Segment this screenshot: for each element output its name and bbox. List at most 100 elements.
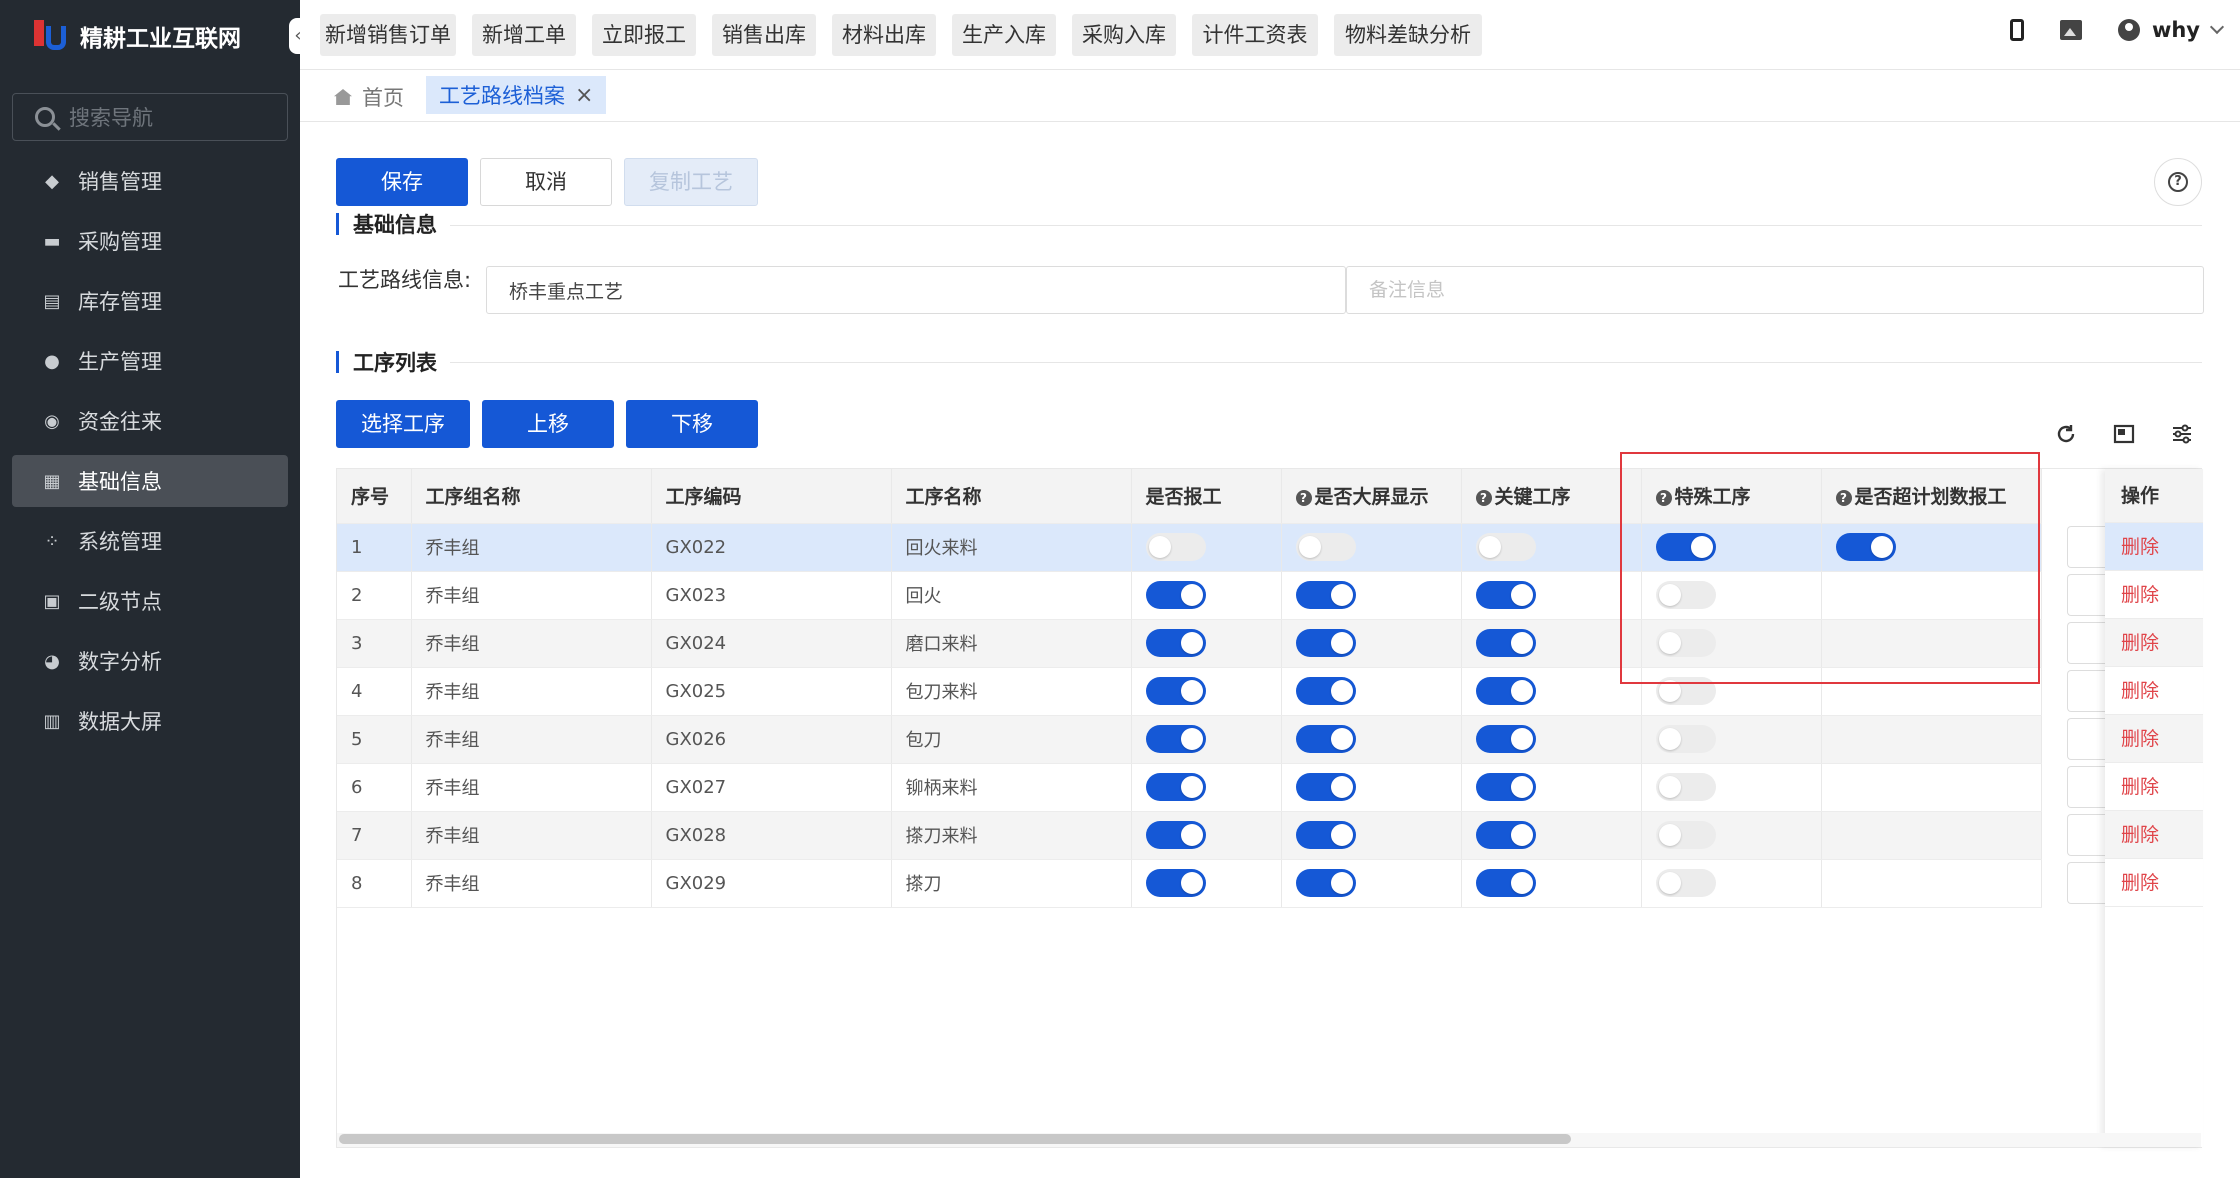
row-handle[interactable] (2067, 574, 2105, 616)
key-process-switch[interactable] (1475, 581, 1536, 609)
screen-display-switch[interactable] (1295, 869, 1356, 897)
key-process-switch[interactable] (1475, 821, 1536, 849)
quick-link-sales-outbound[interactable]: 销售出库 (712, 14, 816, 56)
delete-row-button[interactable]: 删除 (2105, 859, 2203, 907)
delete-row-button[interactable]: 删除 (2105, 715, 2203, 763)
key-process-switch[interactable] (1475, 533, 1536, 561)
table-row[interactable]: 6 乔丰组 GX027 铆柄来料 (337, 763, 2042, 812)
report-switch[interactable] (1145, 869, 1206, 897)
report-switch[interactable] (1145, 533, 1206, 561)
report-switch[interactable] (1145, 581, 1206, 609)
row-handle[interactable] (2067, 766, 2105, 808)
quick-link-material-outbound[interactable]: 材料出库 (832, 14, 936, 56)
help-icon[interactable]: ? (1295, 489, 1312, 506)
report-switch[interactable] (1145, 629, 1206, 657)
horizontal-scrollbar[interactable] (337, 1133, 2201, 1147)
app-logo[interactable]: 精耕工业互联网 (30, 16, 241, 56)
delete-row-button[interactable]: 删除 (2105, 619, 2203, 667)
report-switch[interactable] (1145, 821, 1206, 849)
move-up-button[interactable]: 上移 (482, 400, 614, 448)
sidebar-item-production[interactable]: ● 生产管理 (12, 335, 288, 387)
user-menu[interactable]: why (2117, 18, 2225, 42)
tab-home[interactable]: 首页 (334, 82, 404, 112)
sidebar-item-system[interactable]: ⁘ 系统管理 (12, 515, 288, 567)
table-row[interactable]: 3 乔丰组 GX024 磨口来料 (337, 619, 2042, 668)
sidebar-item-secondary-node[interactable]: ▣ 二级节点 (12, 575, 288, 627)
delete-row-button[interactable]: 删除 (2105, 667, 2203, 715)
special-process-switch[interactable] (1655, 869, 1716, 897)
route-info-input[interactable] (486, 266, 1346, 314)
key-process-switch[interactable] (1475, 773, 1536, 801)
row-handle[interactable] (2067, 718, 2105, 760)
save-button[interactable]: 保存 (336, 158, 468, 206)
delete-row-button[interactable]: 删除 (2105, 523, 2203, 571)
quick-link-new-work-order[interactable]: 新增工单 (472, 14, 576, 56)
report-switch[interactable] (1145, 773, 1206, 801)
quick-link-production-inbound[interactable]: 生产入库 (952, 14, 1056, 56)
copy-process-button[interactable]: 复制工艺 (624, 158, 758, 206)
key-process-switch[interactable] (1475, 869, 1536, 897)
help-icon[interactable]: ? (1655, 489, 1672, 506)
move-down-button[interactable]: 下移 (626, 400, 758, 448)
fullscreen-icon[interactable] (2112, 422, 2136, 446)
help-button[interactable]: ? (2154, 158, 2202, 206)
table-row[interactable]: 7 乔丰组 GX028 搽刀来料 (337, 811, 2042, 860)
key-process-switch[interactable] (1475, 629, 1536, 657)
report-switch[interactable] (1145, 677, 1206, 705)
key-process-switch[interactable] (1475, 725, 1536, 753)
key-process-switch[interactable] (1475, 677, 1536, 705)
sidebar-item-finance[interactable]: ◉ 资金往来 (12, 395, 288, 447)
refresh-icon[interactable] (2054, 422, 2078, 446)
screen-display-switch[interactable] (1295, 725, 1356, 753)
special-process-switch[interactable] (1655, 725, 1716, 753)
special-process-switch[interactable] (1655, 581, 1716, 609)
delete-row-button[interactable]: 删除 (2105, 763, 2203, 811)
row-handle[interactable] (2067, 622, 2105, 664)
special-process-switch[interactable] (1655, 821, 1716, 849)
table-row[interactable]: 5 乔丰组 GX026 包刀 (337, 715, 2042, 764)
screen-display-switch[interactable] (1295, 629, 1356, 657)
help-icon[interactable]: ? (1475, 489, 1492, 506)
sidebar-item-purchase[interactable]: ▬ 采购管理 (12, 215, 288, 267)
quick-link-report-work[interactable]: 立即报工 (592, 14, 696, 56)
special-process-switch[interactable] (1655, 629, 1716, 657)
sidebar-item-basic-info[interactable]: ▦ 基础信息 (12, 455, 288, 507)
cancel-button[interactable]: 取消 (480, 158, 612, 206)
row-handle[interactable] (2067, 670, 2105, 712)
nav-search-input[interactable]: 搜索导航 (12, 93, 288, 141)
table-row[interactable]: 1 乔丰组 GX022 回火来料 (337, 523, 2042, 572)
sidebar-item-data-screen[interactable]: ▥ 数据大屏 (12, 695, 288, 747)
delete-row-button[interactable]: 删除 (2105, 571, 2203, 619)
help-icon[interactable]: ? (1835, 489, 1852, 506)
table-row[interactable]: 8 乔丰组 GX029 搽刀 (337, 859, 2042, 908)
table-row[interactable]: 2 乔丰组 GX023 回火 (337, 571, 2042, 620)
row-handle[interactable] (2067, 526, 2105, 568)
overplan-report-switch[interactable] (1835, 533, 1896, 561)
quick-link-purchase-inbound[interactable]: 采购入库 (1072, 14, 1176, 56)
mobile-icon[interactable] (2009, 19, 2024, 41)
remark-input[interactable] (1346, 266, 2204, 314)
scrollbar-thumb[interactable] (339, 1134, 1571, 1144)
table-row[interactable]: 4 乔丰组 GX025 包刀来料 (337, 667, 2042, 716)
screen-display-switch[interactable] (1295, 533, 1356, 561)
special-process-switch[interactable] (1655, 773, 1716, 801)
close-icon[interactable]: × (575, 83, 593, 108)
screen-display-switch[interactable] (1295, 773, 1356, 801)
quick-link-material-shortage[interactable]: 物料差缺分析 (1334, 14, 1482, 56)
row-handle[interactable] (2067, 862, 2105, 904)
quick-link-piece-wage[interactable]: 计件工资表 (1192, 14, 1318, 56)
tab-process-route[interactable]: 工艺路线档案 × (426, 76, 606, 114)
delete-row-button[interactable]: 删除 (2105, 811, 2203, 859)
screen-display-switch[interactable] (1295, 821, 1356, 849)
sidebar-item-sales[interactable]: ◆ 销售管理 (12, 155, 288, 207)
column-settings-icon[interactable] (2170, 422, 2194, 446)
sidebar-item-inventory[interactable]: ▤ 库存管理 (12, 275, 288, 327)
quick-link-new-sales-order[interactable]: 新增销售订单 (320, 14, 456, 56)
screen-display-switch[interactable] (1295, 677, 1356, 705)
special-process-switch[interactable] (1655, 533, 1716, 561)
report-switch[interactable] (1145, 725, 1206, 753)
sidebar-item-analysis[interactable]: ◕ 数字分析 (12, 635, 288, 687)
screen-display-switch[interactable] (1295, 581, 1356, 609)
image-icon[interactable] (2059, 20, 2082, 40)
row-handle[interactable] (2067, 814, 2105, 856)
